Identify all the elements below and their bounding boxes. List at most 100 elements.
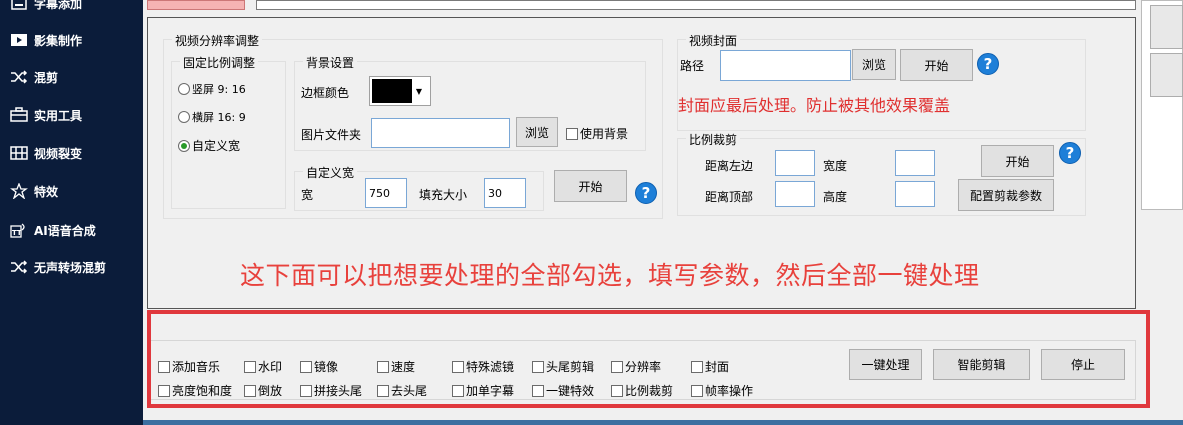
instruction-text: 这下面可以把想要处理的全部勾选，填写参数，然后全部一键处理 (240, 261, 980, 290)
sidebar-item-album[interactable]: 影集制作 (0, 25, 143, 55)
option-remove-head-tail[interactable]: 去头尾 (377, 382, 427, 399)
checkbox-label: 比例裁剪 (625, 384, 674, 398)
sidebar-item-subtitle[interactable]: 字幕添加 (0, 0, 143, 18)
crop-group: 比例裁剪 距离左边 宽度 开始 ? 距离顶部 高度 配置剪裁参数 (677, 131, 1086, 216)
radio-dot-selected (178, 139, 190, 152)
crop-top-input[interactable] (775, 181, 815, 207)
checkbox-box (158, 360, 170, 373)
option-mirror[interactable]: 镜像 (300, 358, 338, 375)
chevron-down-icon: ▼ (415, 86, 423, 96)
background-title: 背景设置 (303, 54, 358, 71)
cover-title: 视频封面 (686, 32, 741, 49)
crop-start-button[interactable]: 开始 (981, 145, 1054, 177)
resolution-title: 视频分辨率调整 (172, 32, 263, 49)
checkbox-label: 亮度饱和度 (172, 384, 233, 398)
radio-label: 自定义宽 (192, 139, 241, 153)
stop-button[interactable]: 停止 (1041, 349, 1125, 380)
checkbox-label: 速度 (391, 360, 416, 374)
subtitle-icon (8, 0, 30, 12)
option-watermark[interactable]: 水印 (244, 358, 282, 375)
option-ratio-crop[interactable]: 比例裁剪 (611, 382, 673, 399)
crop-width-input[interactable] (895, 150, 935, 176)
checkbox-box (300, 360, 312, 373)
option-single-subtitle[interactable]: 加单字幕 (452, 382, 514, 399)
image-browse-button[interactable]: 浏览 (516, 117, 558, 147)
checkbox-box (244, 360, 256, 373)
help-icon[interactable]: ? (1059, 142, 1081, 164)
checkbox-box (452, 384, 464, 397)
right-button-1[interactable] (1150, 5, 1183, 49)
checkbox-box (158, 384, 170, 397)
radio-portrait[interactable]: 竖屏 9: 16 (178, 81, 246, 97)
fixed-ratio-group: 固定比例调整 竖屏 9: 16 横屏 16: 9 自定义宽 (171, 54, 286, 209)
cover-path-input[interactable] (720, 50, 851, 81)
cover-start-button[interactable]: 开始 (900, 49, 973, 81)
checkbox-label: 加单字幕 (466, 384, 515, 398)
sidebar-item-label: 影集制作 (34, 33, 83, 48)
sidebar: 字幕添加 影集制作 混剪 实用工具 视频裂变 特效 TT AI语音合成 无声转场… (0, 0, 143, 425)
smart-cut-button[interactable]: 智能剪辑 (933, 349, 1030, 380)
shuffle-icon (8, 68, 30, 86)
sidebar-item-silent-mix[interactable]: 无声转场混剪 (0, 252, 143, 282)
top-tab-button[interactable] (147, 0, 245, 10)
sidebar-item-mix[interactable]: 混剪 (0, 62, 143, 92)
image-folder-input[interactable] (371, 118, 510, 148)
checkbox-box (532, 360, 544, 373)
width-label: 宽 (301, 188, 314, 202)
radio-landscape[interactable]: 横屏 16: 9 (178, 109, 246, 125)
use-background-checkbox[interactable]: 使用背景 (566, 125, 628, 142)
option-head-tail-cut[interactable]: 头尾剪辑 (532, 358, 594, 375)
film-icon (8, 144, 30, 162)
ai-voice-icon: TT (8, 221, 30, 239)
crop-height-label: 高度 (823, 190, 848, 204)
checkbox-box (300, 384, 312, 397)
checkbox-label: 特殊滤镜 (466, 360, 515, 374)
one-click-process-button[interactable]: 一键处理 (849, 349, 922, 380)
option-speed[interactable]: 速度 (377, 358, 415, 375)
sidebar-item-effects[interactable]: 特效 (0, 176, 143, 206)
checkbox-label: 分辨率 (625, 360, 662, 374)
option-join-head-tail[interactable]: 拼接头尾 (300, 382, 362, 399)
option-frame-rate[interactable]: 帧率操作 (691, 382, 753, 399)
sidebar-item-ai-voice[interactable]: TT AI语音合成 (0, 215, 143, 245)
image-folder-label: 图片文件夹 (301, 128, 362, 142)
cover-browse-button[interactable]: 浏览 (852, 49, 896, 80)
width-input[interactable]: 750 (365, 178, 407, 208)
sidebar-item-fission[interactable]: 视频裂变 (0, 138, 143, 168)
background-group: 背景设置 边框颜色 ▼ 图片文件夹 浏览 使用背景 (294, 54, 646, 151)
crop-config-button[interactable]: 配置剪裁参数 (958, 179, 1054, 211)
checkbox-box (566, 127, 578, 140)
radio-label: 横屏 16: 9 (192, 111, 246, 124)
crop-width-label: 宽度 (823, 159, 848, 173)
radio-label: 竖屏 9: 16 (192, 83, 246, 96)
option-reverse[interactable]: 倒放 (244, 382, 282, 399)
fill-size-label: 填充大小 (419, 188, 468, 202)
option-special-filter[interactable]: 特殊滤镜 (452, 358, 514, 375)
checkbox-label: 添加音乐 (172, 360, 221, 374)
sidebar-item-label: AI语音合成 (34, 223, 96, 238)
border-color-picker[interactable]: ▼ (369, 76, 431, 106)
option-brightness[interactable]: 亮度饱和度 (158, 382, 232, 399)
fill-size-input[interactable]: 30 (484, 178, 526, 208)
top-text-area[interactable] (256, 0, 1136, 10)
sparkle-icon (8, 182, 30, 200)
option-cover[interactable]: 封面 (691, 358, 729, 375)
option-add-music[interactable]: 添加音乐 (158, 358, 220, 375)
resolution-start-button[interactable]: 开始 (554, 170, 627, 202)
right-button-2[interactable] (1150, 53, 1183, 97)
sidebar-item-tools[interactable]: 实用工具 (0, 100, 143, 130)
toolbox-icon (8, 106, 30, 124)
checkbox-label: 拼接头尾 (314, 384, 363, 398)
crop-height-input[interactable] (895, 181, 935, 207)
radio-custom[interactable]: 自定义宽 (178, 137, 240, 154)
fixed-ratio-title: 固定比例调整 (180, 54, 259, 71)
checkbox-label: 去头尾 (391, 384, 428, 398)
cover-path-label: 路径 (680, 59, 705, 73)
taskbar (143, 420, 1183, 425)
help-icon[interactable]: ? (977, 53, 999, 75)
crop-left-input[interactable] (775, 150, 815, 176)
help-icon[interactable]: ? (635, 182, 657, 204)
checkbox-label: 水印 (258, 360, 283, 374)
option-one-click-effects[interactable]: 一键特效 (532, 382, 594, 399)
option-resolution[interactable]: 分辨率 (611, 358, 661, 375)
